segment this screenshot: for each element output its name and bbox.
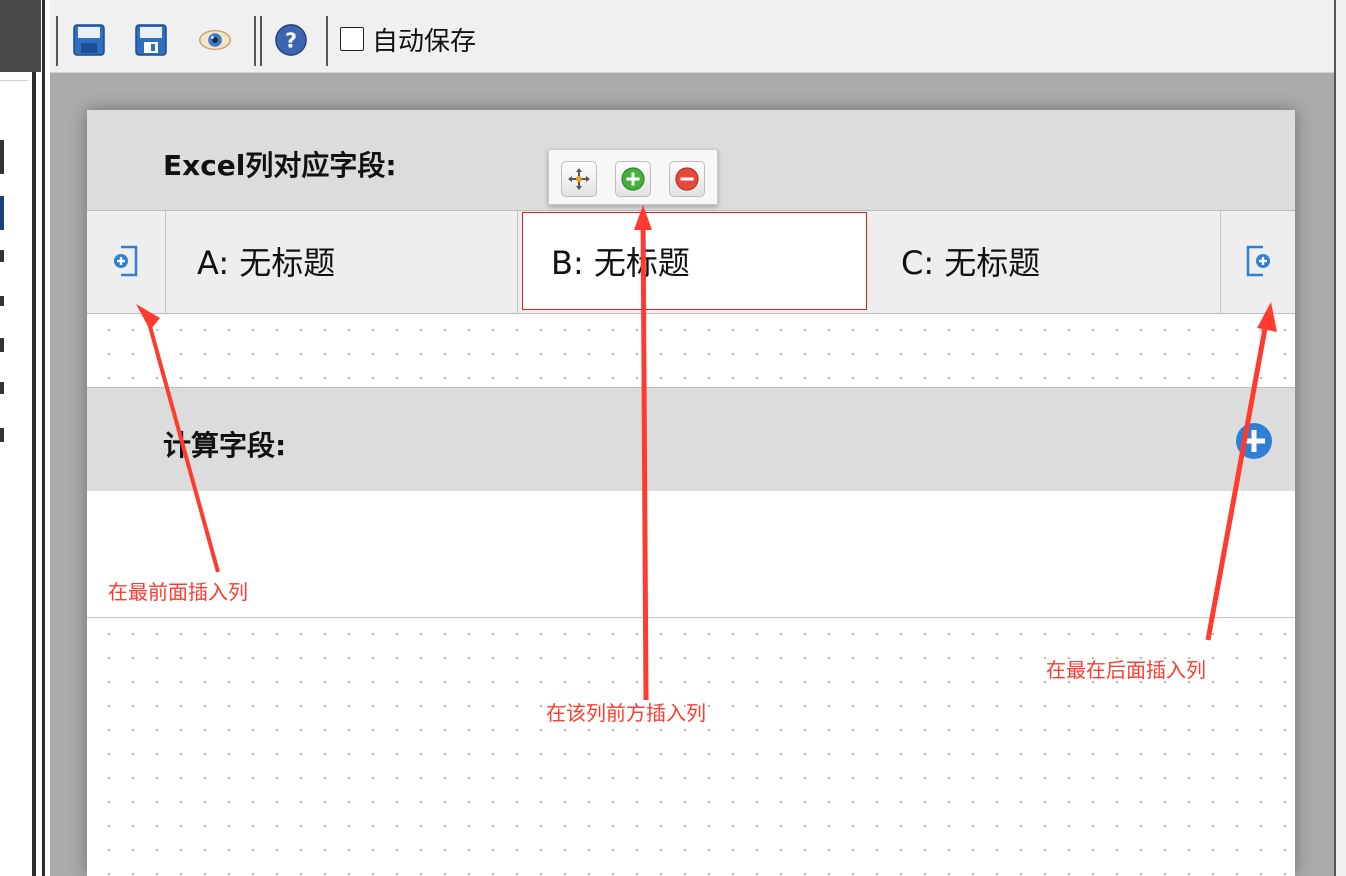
move-icon: [568, 168, 590, 190]
form-panel: Excel列对应字段: A: 无标题 B: 无标题 C: 无标题 计算字段:: [87, 110, 1295, 876]
sidebar-splitter[interactable]: [32, 72, 36, 876]
column-cell-c[interactable]: C: 无标题: [867, 211, 1219, 311]
toolbar-separator: [254, 16, 256, 66]
insert-column-before-button[interactable]: [615, 161, 651, 197]
toolbar: ? 自动保存: [50, 0, 1334, 73]
save-as-icon[interactable]: [134, 22, 168, 58]
autosave-checkbox[interactable]: 自动保存: [340, 22, 477, 57]
column-label: C: 无标题: [901, 244, 1041, 282]
column-cell-b[interactable]: B: 无标题: [522, 212, 867, 310]
column-row: A: 无标题 B: 无标题 C: 无标题: [87, 211, 1295, 314]
right-scrollbar[interactable]: [1334, 0, 1346, 876]
toolbar-separator: [260, 16, 262, 66]
columns-section-title: Excel列对应字段:: [163, 149, 397, 182]
sidebar-clipped-text: [0, 196, 4, 230]
sidebar-clipped-text: [0, 250, 4, 262]
column-label: A: 无标题: [197, 244, 336, 282]
move-column-button[interactable]: [561, 161, 597, 197]
column-label: B: 无标题: [551, 244, 690, 282]
insert-column-front-icon: [114, 245, 138, 277]
autosave-label: 自动保存: [372, 26, 477, 57]
remove-column-button[interactable]: [669, 161, 705, 197]
svg-text:?: ?: [285, 29, 297, 53]
insert-column-front-button[interactable]: [87, 211, 165, 311]
toolbar-separator: [56, 16, 58, 66]
annotation-insert-front: 在最前面插入列: [108, 580, 248, 604]
autosave-checkbox-box[interactable]: [340, 27, 364, 51]
computed-section-header: 计算字段:: [87, 387, 1295, 492]
sidebar-separator: [0, 80, 28, 81]
annotation-insert-before-column: 在该列前方插入列: [546, 701, 706, 725]
sidebar-clipped-text: [0, 140, 4, 174]
insert-column-end-button[interactable]: [1221, 211, 1295, 311]
annotation-insert-end: 在最在后面插入列: [1046, 658, 1206, 682]
column-cell-a[interactable]: A: 无标题: [165, 211, 517, 311]
toolbar-separator: [326, 16, 328, 66]
help-icon[interactable]: ?: [274, 22, 308, 58]
preview-eye-icon[interactable]: [198, 22, 232, 58]
insert-column-end-icon: [1246, 245, 1270, 277]
sidebar-border: [42, 0, 45, 876]
sidebar-clipped-text: [0, 296, 4, 306]
remove-circle-icon: [675, 167, 699, 191]
sidebar-clipped-text: [0, 382, 4, 394]
computed-fields-area: [87, 491, 1295, 618]
sidebar-clipped-text: [0, 428, 4, 442]
add-circle-icon: [621, 167, 645, 191]
sidebar-clipped-text: [0, 338, 4, 352]
add-computed-field-button[interactable]: [1235, 422, 1273, 464]
columns-drop-area: [87, 314, 1295, 386]
column-divider: [517, 211, 518, 313]
left-sidebar-strip: [0, 0, 50, 876]
save-icon[interactable]: [72, 22, 106, 58]
computed-section-title: 计算字段:: [163, 429, 287, 462]
add-circle-icon: [1236, 423, 1272, 459]
sidebar-dark-block: [0, 0, 41, 72]
column-toolbar: [548, 149, 718, 205]
